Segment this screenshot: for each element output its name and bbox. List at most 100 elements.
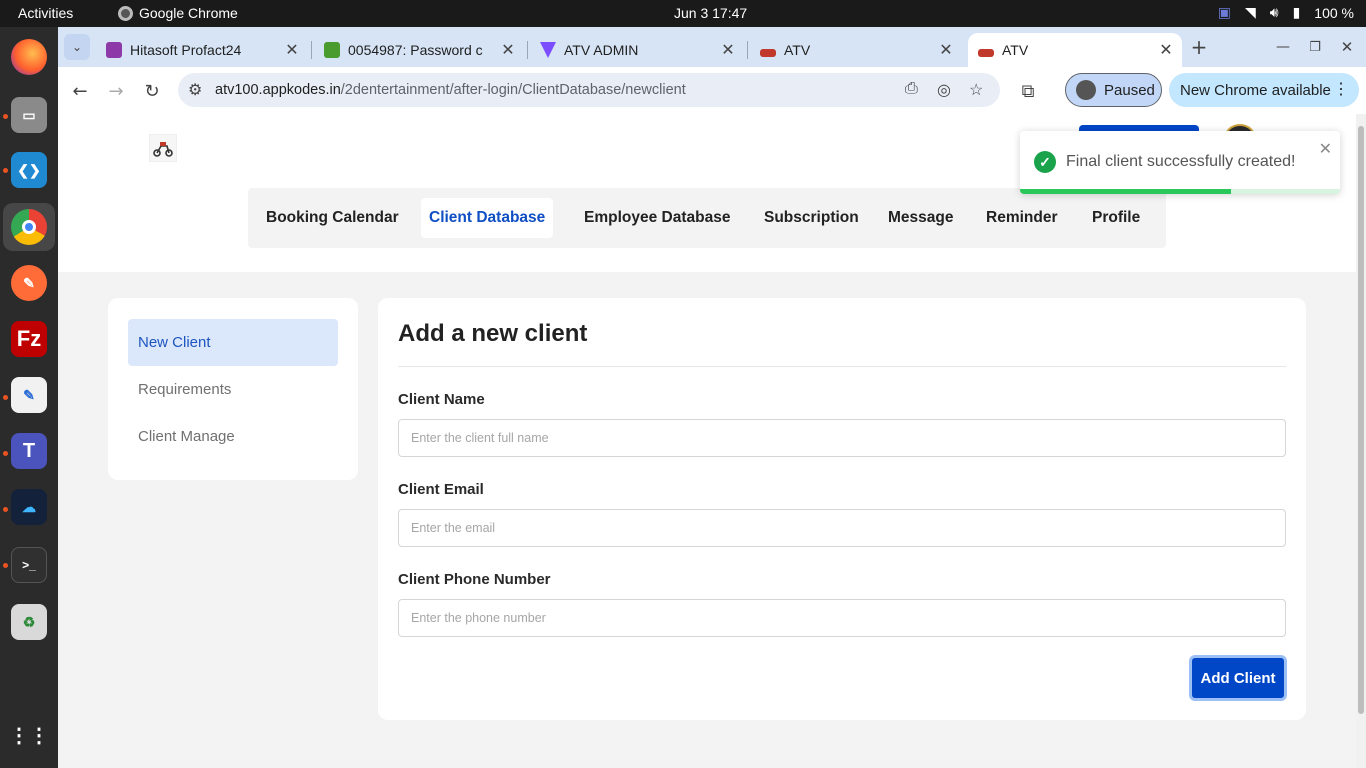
install-app-icon[interactable]: ⎙ bbox=[905, 80, 918, 98]
profile-status: Paused bbox=[1104, 81, 1155, 99]
teams-tray-icon: ▣ bbox=[1217, 4, 1231, 20]
bookmark-star-icon[interactable]: ☆ bbox=[969, 80, 983, 100]
profile-avatar bbox=[1076, 80, 1096, 100]
close-tab-icon[interactable]: ✕ bbox=[282, 40, 302, 60]
close-icon[interactable]: ✕ bbox=[1319, 139, 1332, 159]
web-page: Booking Calendar Client Database Employe… bbox=[58, 114, 1356, 768]
new-tab-button[interactable]: + bbox=[1185, 33, 1213, 61]
terminal-icon[interactable]: >_ bbox=[11, 547, 47, 583]
tab-5-active[interactable]: ATV ✕ bbox=[968, 33, 1182, 67]
client-phone-input[interactable] bbox=[398, 599, 1286, 637]
tab-1[interactable]: Hitasoft Profact24 ✕ bbox=[96, 33, 308, 67]
update-chrome-button[interactable]: New Chrome available ⋮ bbox=[1169, 73, 1359, 107]
close-tab-icon[interactable]: ✕ bbox=[498, 40, 518, 60]
dock-running-dot bbox=[3, 563, 8, 568]
page-scrollbar[interactable] bbox=[1356, 114, 1366, 768]
close-tab-icon[interactable]: ✕ bbox=[718, 40, 738, 60]
activities-button[interactable]: Activities bbox=[18, 5, 73, 21]
toast-progress-bar bbox=[1020, 189, 1232, 194]
close-window-icon[interactable]: ✕ bbox=[1333, 33, 1361, 61]
tab-favicon bbox=[324, 42, 340, 58]
url-text: atv100.appkodes.in/2dentertainment/after… bbox=[215, 82, 686, 98]
postman-icon[interactable]: ✎ bbox=[11, 265, 47, 301]
app-menu[interactable]: Google Chrome bbox=[118, 5, 238, 21]
tab-2[interactable]: 0054987: Password c ✕ bbox=[314, 33, 524, 67]
close-tab-icon[interactable]: ✕ bbox=[1156, 40, 1176, 60]
tracking-protection-icon[interactable]: ◎ bbox=[937, 80, 951, 100]
tab-title: ATV ADMIN bbox=[564, 42, 639, 58]
add-client-button[interactable]: Add Client bbox=[1189, 655, 1287, 701]
tab-separator bbox=[527, 41, 528, 59]
vscode-icon[interactable]: ❮❯ bbox=[11, 152, 47, 188]
clock[interactable]: Jun 3 17:47 bbox=[674, 5, 747, 21]
form-divider bbox=[398, 366, 1286, 367]
text-editor-icon[interactable]: ✎ bbox=[11, 377, 47, 413]
maximize-window-icon[interactable]: ❐ bbox=[1301, 33, 1329, 61]
form-title: Add a new client bbox=[398, 320, 588, 347]
address-bar[interactable]: ⚙ atv100.appkodes.in/2dentertainment/aft… bbox=[178, 73, 1000, 107]
trash-icon[interactable]: ♻ bbox=[11, 604, 47, 640]
update-label: New Chrome available bbox=[1180, 81, 1331, 99]
nav-reminder[interactable]: Reminder bbox=[978, 198, 1066, 238]
browser-toolbar: ← → ↻ ⚙ atv100.appkodes.in/2dentertainme… bbox=[58, 67, 1366, 114]
close-tab-icon[interactable]: ✕ bbox=[936, 40, 956, 60]
nav-subscription[interactable]: Subscription bbox=[756, 198, 867, 238]
filezilla-icon[interactable]: Fz bbox=[11, 321, 47, 357]
site-logo[interactable] bbox=[149, 134, 177, 162]
dock-running-dot bbox=[3, 451, 8, 456]
nav-client-database[interactable]: Client Database bbox=[421, 198, 554, 238]
battery-level: 100 % bbox=[1314, 4, 1354, 21]
kebab-menu-icon[interactable]: ⋮ bbox=[1333, 79, 1349, 99]
site-info-icon[interactable]: ⚙ bbox=[188, 80, 202, 100]
toast-message: Final client successfully created! bbox=[1066, 153, 1296, 170]
client-name-input[interactable] bbox=[398, 419, 1286, 457]
profile-paused-button[interactable]: Paused bbox=[1065, 73, 1162, 107]
dock-running-dot bbox=[3, 507, 8, 512]
wifi-icon: ◥ bbox=[1244, 4, 1256, 20]
scooter-icon bbox=[153, 142, 173, 157]
tab-title: ATV bbox=[784, 42, 811, 58]
files-icon[interactable]: ▭ bbox=[11, 97, 47, 133]
url-host: atv100.appkodes.in bbox=[215, 82, 341, 98]
reload-button[interactable]: ↻ bbox=[138, 77, 166, 105]
chrome-dock-icon[interactable] bbox=[11, 209, 47, 245]
show-apps-icon[interactable]: ⋮⋮ bbox=[9, 717, 49, 753]
tab-favicon bbox=[978, 49, 994, 57]
nav-employee-database[interactable]: Employee Database bbox=[576, 198, 738, 238]
nav-message[interactable]: Message bbox=[880, 198, 961, 238]
tab-separator bbox=[747, 41, 748, 59]
dock-running-dot bbox=[3, 395, 8, 400]
dock-running-dot bbox=[3, 114, 8, 119]
sidebar-item-client-manage[interactable]: Client Manage bbox=[128, 413, 338, 460]
nav-profile[interactable]: Profile bbox=[1084, 198, 1148, 238]
tab-4[interactable]: ATV ✕ bbox=[750, 33, 962, 67]
cloud-app-icon[interactable]: ☁ bbox=[11, 489, 47, 525]
tab-favicon bbox=[760, 49, 776, 57]
firefox-icon[interactable] bbox=[11, 39, 47, 75]
system-tray[interactable]: ▣ ◥ 🔊︎ ▮ 100 % bbox=[1218, 4, 1354, 21]
scrollbar-thumb[interactable] bbox=[1358, 126, 1364, 714]
extensions-icon[interactable]: ⧉ bbox=[1014, 77, 1042, 105]
tab-search-button[interactable]: ⌄ bbox=[64, 34, 90, 60]
client-phone-label: Client Phone Number bbox=[398, 571, 551, 588]
tab-title: Hitasoft Profact24 bbox=[130, 42, 242, 58]
minimize-window-icon[interactable]: — bbox=[1269, 33, 1297, 61]
back-button[interactable]: ← bbox=[66, 77, 94, 105]
app-name: Google Chrome bbox=[139, 5, 238, 21]
tab-strip: ⌄ Hitasoft Profact24 ✕ 0054987: Password… bbox=[58, 27, 1366, 67]
sidebar-item-requirements[interactable]: Requirements bbox=[128, 366, 338, 413]
tab-title: 0054987: Password c bbox=[348, 42, 483, 58]
sidebar-item-new-client[interactable]: New Client bbox=[128, 319, 338, 366]
main-nav: Booking Calendar Client Database Employe… bbox=[248, 188, 1166, 248]
url-path: /2dentertainment/after-login/ClientDatab… bbox=[340, 82, 686, 98]
forward-button[interactable]: → bbox=[102, 77, 130, 105]
tab-favicon bbox=[106, 42, 122, 58]
volume-icon: 🔊︎ bbox=[1269, 4, 1279, 20]
client-email-input[interactable] bbox=[398, 509, 1286, 547]
tab-title: ATV bbox=[1002, 42, 1029, 58]
toast-progress-track bbox=[1020, 189, 1340, 194]
tab-3[interactable]: ATV ADMIN ✕ bbox=[530, 33, 744, 67]
chrome-icon bbox=[118, 5, 133, 21]
teams-icon[interactable]: T bbox=[11, 433, 47, 469]
nav-booking-calendar[interactable]: Booking Calendar bbox=[258, 198, 407, 238]
